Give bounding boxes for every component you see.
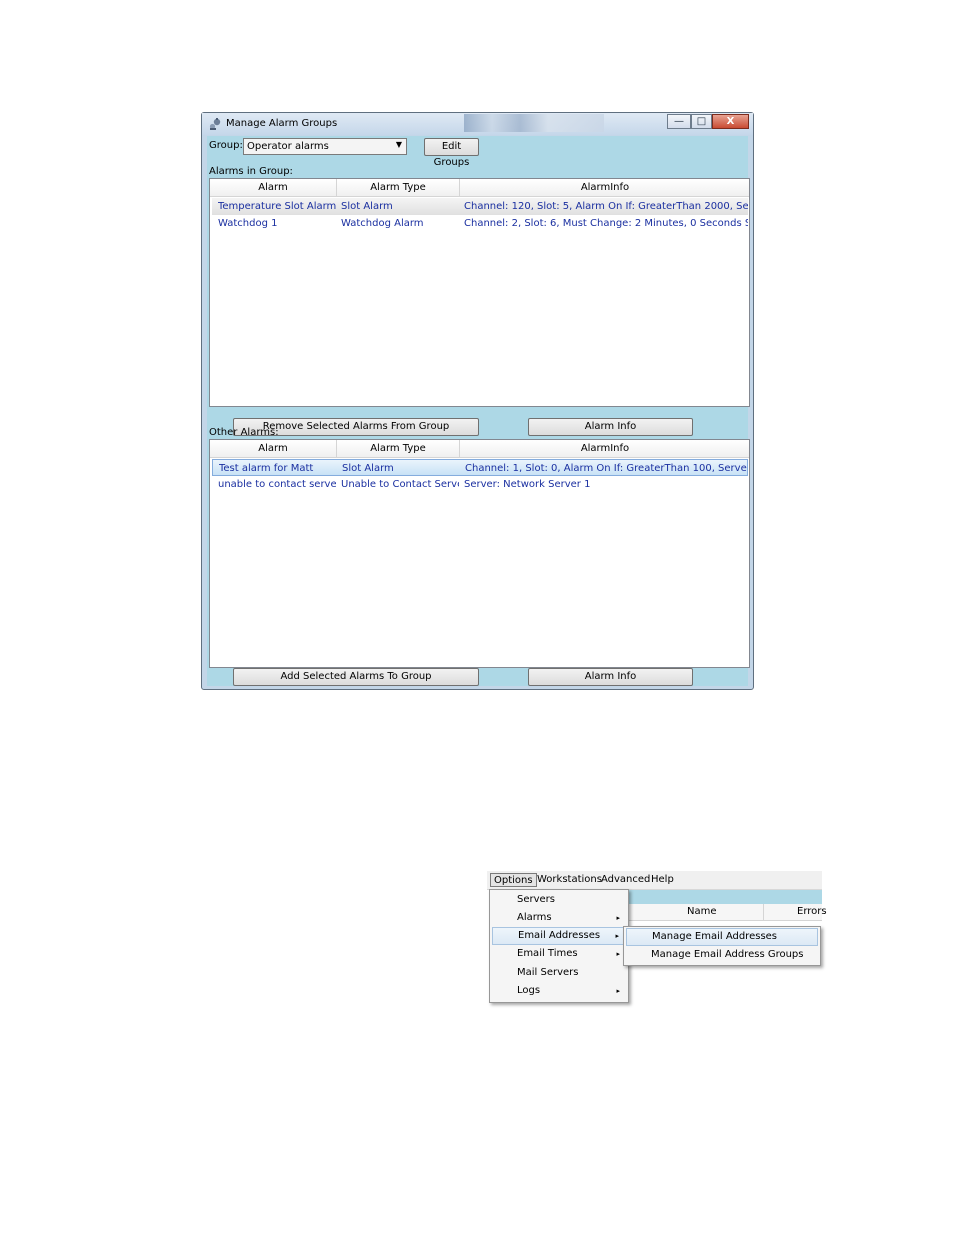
alarm-name: unable to contact server: [218, 479, 336, 490]
alarm-name: Test alarm for Matt: [219, 463, 314, 474]
window-client-area: Group: Operator alarms ▼ Edit Groups Ala…: [207, 136, 750, 686]
group-select-value: Operator alarms: [247, 141, 329, 152]
maximize-button[interactable]: □: [691, 114, 712, 129]
column-header-alarm-info[interactable]: AlarmInfo: [460, 440, 749, 457]
column-header-alarm-info[interactable]: AlarmInfo: [460, 179, 749, 196]
options-menu-screenshot: Name Errors Options Workstations Advance…: [487, 871, 827, 1004]
table-row[interactable]: Test alarm for Matt Slot Alarm Channel: …: [212, 459, 748, 476]
column-header-alarm-type[interactable]: Alarm Type: [337, 179, 460, 196]
column-header-name: Name: [687, 906, 717, 917]
submenu-arrow-icon: ▸: [615, 932, 619, 940]
other-alarms-label: Other Alarms:: [209, 427, 279, 438]
blurred-titlebar-region: [464, 114, 604, 132]
menu-item-logs[interactable]: Logs ▸: [492, 982, 626, 1000]
manage-alarm-groups-window: Manage Alarm Groups — □ X Group: Operato…: [201, 112, 754, 690]
menu-item-email-addresses[interactable]: Email Addresses ▸: [492, 927, 626, 945]
menu-help[interactable]: Help: [648, 873, 677, 887]
background-table-header: Name Errors: [627, 904, 827, 921]
submenu-arrow-icon: ▸: [616, 987, 620, 995]
menu-advanced[interactable]: Advanced: [598, 873, 653, 887]
column-header-alarm-type[interactable]: Alarm Type: [337, 440, 460, 457]
menu-item-mail-servers[interactable]: Mail Servers: [492, 964, 626, 982]
submenu-arrow-icon: ▸: [616, 950, 620, 958]
table-row[interactable]: Watchdog 1 Watchdog Alarm Channel: 2, Sl…: [212, 215, 748, 232]
table-row[interactable]: Temperature Slot Alarm Slot Alarm Channe…: [212, 198, 748, 215]
chevron-down-icon: ▼: [395, 140, 402, 149]
app-icon: [209, 118, 221, 130]
alarm-type: Slot Alarm: [342, 463, 394, 474]
menu-item-manage-email-addresses[interactable]: Manage Email Addresses: [626, 928, 818, 946]
close-button[interactable]: X: [712, 114, 749, 129]
table-header: Alarm Alarm Type AlarmInfo: [210, 440, 749, 458]
email-addresses-submenu: Manage Email Addresses Manage Email Addr…: [623, 926, 821, 966]
group-select[interactable]: Operator alarms ▼: [243, 138, 407, 155]
menu-workstations[interactable]: Workstations: [534, 873, 605, 887]
alarm-info: Channel: 120, Slot: 5, Alarm On If: Grea…: [464, 201, 748, 212]
table-row[interactable]: unable to contact server Unable to Conta…: [212, 476, 748, 493]
column-header-errors: Errors: [797, 906, 827, 917]
group-label: Group:: [209, 140, 243, 151]
minimize-button[interactable]: —: [667, 114, 691, 129]
alarm-info-button-bottom[interactable]: Alarm Info: [528, 668, 693, 686]
column-header-alarm[interactable]: Alarm: [210, 440, 337, 457]
menu-options[interactable]: Options: [490, 873, 537, 887]
edit-groups-button[interactable]: Edit Groups: [424, 138, 479, 168]
alarm-info: Server: Network Server 1: [464, 479, 591, 490]
background-window-strip: [627, 890, 822, 904]
menu-bar: Options Workstations Advanced Help: [487, 871, 822, 890]
alarm-info: Channel: 2, Slot: 6, Must Change: 2 Minu…: [464, 218, 748, 229]
menu-item-manage-email-address-groups[interactable]: Manage Email Address Groups: [626, 946, 818, 964]
menu-item-alarms[interactable]: Alarms ▸: [492, 909, 626, 927]
column-divider: [763, 904, 764, 920]
table-header: Alarm Alarm Type AlarmInfo: [210, 179, 749, 197]
alarm-name: Temperature Slot Alarm: [218, 201, 336, 212]
window-title: Manage Alarm Groups: [226, 118, 338, 129]
alarm-info-button-top[interactable]: Alarm Info: [528, 418, 693, 436]
menu-item-email-times[interactable]: Email Times ▸: [492, 945, 626, 963]
alarms-in-group-label: Alarms in Group:: [209, 166, 293, 177]
title-bar[interactable]: Manage Alarm Groups — □ X: [202, 113, 753, 135]
add-selected-alarms-button[interactable]: Add Selected Alarms To Group: [233, 668, 479, 686]
other-alarms-table: Alarm Alarm Type AlarmInfo Test alarm fo…: [209, 439, 750, 668]
alarm-type: Unable to Contact Server /: [341, 479, 459, 490]
alarm-type: Slot Alarm: [341, 201, 393, 212]
alarm-info: Channel: 1, Slot: 0, Alarm On If: Greate…: [465, 463, 747, 474]
alarm-name: Watchdog 1: [218, 218, 278, 229]
alarms-in-group-table: Alarm Alarm Type AlarmInfo Temperature S…: [209, 178, 750, 407]
alarm-type: Watchdog Alarm: [341, 218, 424, 229]
options-dropdown: Servers Alarms ▸ Email Addresses ▸ Email T…: [489, 889, 629, 1003]
column-header-alarm[interactable]: Alarm: [210, 179, 337, 196]
menu-item-servers[interactable]: Servers: [492, 891, 626, 909]
submenu-arrow-icon: ▸: [616, 914, 620, 922]
